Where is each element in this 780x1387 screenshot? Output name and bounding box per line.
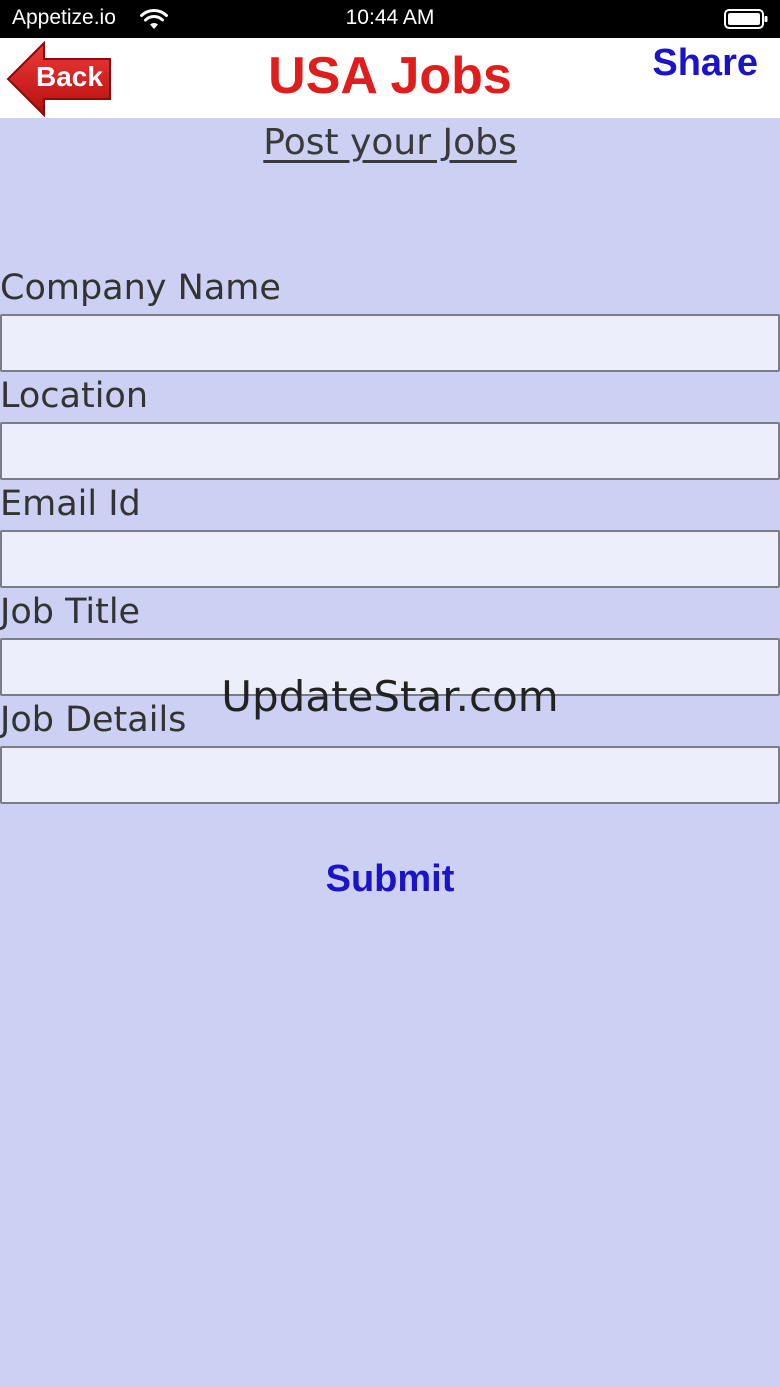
location-input[interactable] bbox=[0, 422, 780, 480]
company-name-label: Company Name bbox=[0, 268, 281, 308]
email-id-input[interactable] bbox=[0, 530, 780, 588]
location-label: Location bbox=[0, 376, 149, 416]
job-details-label: Job Details bbox=[0, 700, 187, 740]
email-id-label: Email Id bbox=[0, 484, 141, 524]
company-name-input[interactable] bbox=[0, 314, 780, 372]
status-bar: Appetize.io 10:44 AM bbox=[0, 0, 780, 38]
page-title: Post your Jobs bbox=[263, 122, 517, 163]
status-time: 10:44 AM bbox=[345, 6, 435, 29]
share-button[interactable]: Share bbox=[652, 42, 758, 85]
nav-bar: Back USA Jobs Share bbox=[0, 38, 780, 118]
job-details-input[interactable] bbox=[0, 746, 780, 804]
battery-icon bbox=[724, 9, 768, 29]
job-title-label: Job Title bbox=[0, 592, 141, 632]
submit-button[interactable]: Submit bbox=[0, 858, 780, 901]
job-title-input[interactable] bbox=[0, 638, 780, 696]
